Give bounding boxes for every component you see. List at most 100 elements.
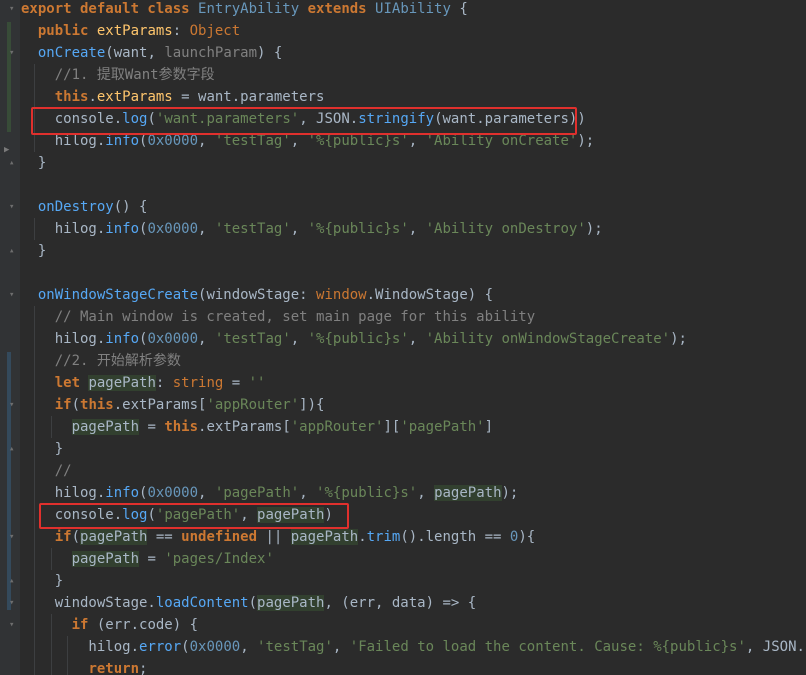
- code-token: () {: [113, 199, 148, 215]
- code-line[interactable]: //: [21, 460, 806, 482]
- code-line[interactable]: onDestroy() {: [21, 196, 806, 218]
- code-token: Object: [189, 23, 241, 39]
- code-token: }: [21, 243, 47, 259]
- code-token: 'testTag': [214, 221, 291, 237]
- code-token: //1. 提取Want参数字段: [54, 67, 215, 83]
- code-token: 'testTag': [257, 639, 333, 655]
- indent-guide: [33, 86, 35, 108]
- code-token: :: [155, 375, 173, 391]
- code-token: pagePath: [88, 375, 156, 391]
- indent-guide: [67, 636, 69, 658]
- code-token: :: [172, 23, 190, 39]
- code-line[interactable]: onWindowStageCreate(windowStage: window.…: [21, 284, 806, 306]
- code-token: );: [585, 221, 603, 237]
- code-line[interactable]: hilog.info(0x0000, 'testTag', '%{public}…: [21, 328, 806, 350]
- code-line[interactable]: }: [21, 152, 806, 174]
- code-token: , (err, data) => {: [324, 595, 477, 611]
- code-line[interactable]: hilog.info(0x0000, 'pagePath', '%{public…: [21, 482, 806, 504]
- code-line[interactable]: this.extParams = want.parameters: [21, 86, 806, 108]
- code-area[interactable]: export default class EntryAbility extend…: [21, 0, 806, 675]
- code-token: (: [71, 529, 81, 545]
- code-token: .WindowStage) {: [366, 287, 494, 303]
- indent-guide: [50, 636, 52, 658]
- code-token: ,: [198, 221, 215, 237]
- code-line[interactable]: if(this.extParams['appRouter']){: [21, 394, 806, 416]
- indent-guide: [33, 394, 35, 416]
- code-token: onWindowStageCreate: [37, 287, 199, 303]
- fold-icon[interactable]: ▴: [9, 445, 14, 454]
- fold-icon[interactable]: ▾: [9, 401, 14, 410]
- fold-icon[interactable]: ▴: [9, 577, 14, 586]
- code-line[interactable]: if (err.code) {: [21, 614, 806, 636]
- code-token: windowStage.: [21, 595, 156, 611]
- code-line[interactable]: onCreate(want, launchParam) {: [21, 42, 806, 64]
- code-token: ]){: [299, 397, 325, 413]
- code-token: // Main window is created, set main page…: [54, 309, 536, 325]
- code-line[interactable]: hilog.error(0x0000, 'testTag', 'Failed t…: [21, 636, 806, 658]
- code-token: EntryAbility: [198, 1, 300, 17]
- code-line[interactable]: public extParams: Object: [21, 20, 806, 42]
- indent-guide: [33, 636, 35, 658]
- fold-icon[interactable]: ▾: [9, 203, 14, 212]
- code-token: if: [54, 397, 72, 413]
- code-token: onDestroy: [37, 199, 114, 215]
- code-line[interactable]: //2. 开始解析参数: [21, 350, 806, 372]
- code-line[interactable]: }: [21, 438, 806, 460]
- code-token: ,: [408, 133, 426, 149]
- code-line[interactable]: [21, 262, 806, 284]
- code-token: ,: [290, 133, 308, 149]
- indent-guide: [33, 328, 35, 350]
- code-line[interactable]: pagePath = 'pages/Index': [21, 548, 806, 570]
- code-editor[interactable]: ▾ ▾ ▴ ▾ ▴ ▾ ▾ ▴ ▾ ▴ ▾ ▾ ▶ export default…: [0, 0, 806, 675]
- fold-icon[interactable]: ▾: [9, 533, 14, 542]
- change-marker: [7, 352, 11, 610]
- code-token: ,: [408, 221, 426, 237]
- code-line[interactable]: if(pagePath == undefined || pagePath.tri…: [21, 526, 806, 548]
- run-arrow-icon[interactable]: ▶: [4, 145, 9, 155]
- code-line[interactable]: }: [21, 570, 806, 592]
- code-line[interactable]: hilog.info(0x0000, 'testTag', '%{public}…: [21, 218, 806, 240]
- fold-icon[interactable]: ▾: [9, 599, 14, 608]
- code-token: '': [248, 375, 266, 391]
- code-token: 'pagePath': [400, 419, 485, 435]
- code-token: if: [71, 617, 97, 633]
- code-line[interactable]: }: [21, 240, 806, 262]
- fold-icon[interactable]: ▾: [9, 291, 14, 300]
- code-token: (err.code) {: [96, 617, 199, 633]
- code-line[interactable]: pagePath = this.extParams['appRouter']['…: [21, 416, 806, 438]
- editor-gutter[interactable]: ▾ ▾ ▴ ▾ ▴ ▾ ▾ ▴ ▾ ▴ ▾ ▾ ▶: [0, 0, 20, 675]
- code-token: 0x0000: [189, 639, 241, 655]
- code-token: string: [172, 375, 224, 391]
- code-line[interactable]: //1. 提取Want参数字段: [21, 64, 806, 86]
- code-token: 'pages/Index': [164, 551, 274, 567]
- indent-guide: [33, 526, 35, 548]
- code-line[interactable]: return;: [21, 658, 806, 675]
- code-token: =: [139, 551, 165, 567]
- fold-icon[interactable]: ▾: [9, 621, 14, 630]
- code-token: .extParams[: [113, 397, 207, 413]
- code-token: .: [358, 529, 367, 545]
- code-line[interactable]: // Main window is created, set main page…: [21, 306, 806, 328]
- fold-icon[interactable]: ▴: [9, 247, 14, 256]
- code-token: 0x0000: [147, 331, 199, 347]
- code-token: .: [88, 89, 97, 105]
- fold-icon[interactable]: ▾: [9, 49, 14, 58]
- code-token: 'pagePath': [214, 485, 300, 501]
- fold-icon[interactable]: ▴: [9, 159, 14, 168]
- indent-guide: [33, 438, 35, 460]
- code-line[interactable]: [21, 174, 806, 196]
- indent-guide: [50, 548, 52, 570]
- code-token: undefined: [181, 529, 258, 545]
- code-line[interactable]: export default class EntryAbility extend…: [21, 0, 806, 20]
- code-line[interactable]: let pagePath: string = '': [21, 372, 806, 394]
- indent-guide: [33, 592, 35, 614]
- code-token: info: [105, 221, 140, 237]
- code-line[interactable]: windowStage.loadContent(pagePath, (err, …: [21, 592, 806, 614]
- fold-icon[interactable]: ▾: [9, 5, 14, 14]
